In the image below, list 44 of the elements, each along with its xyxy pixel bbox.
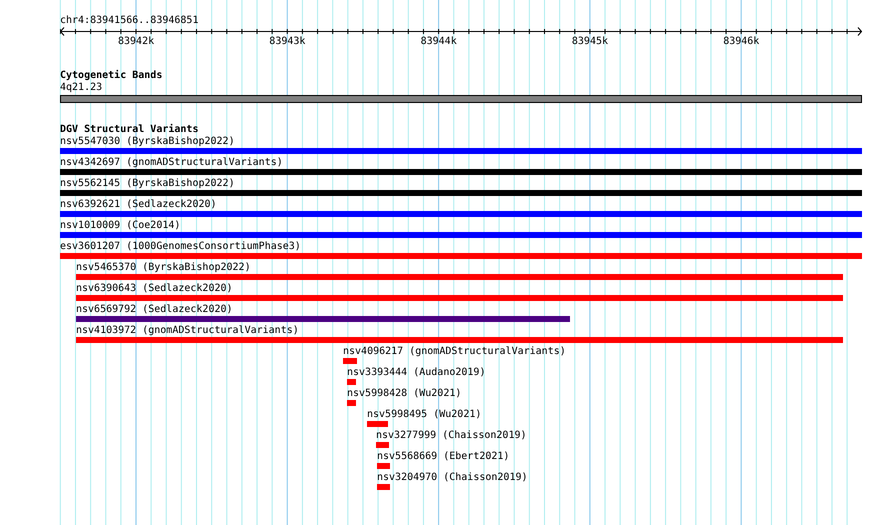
variant-bar[interactable] bbox=[377, 484, 390, 490]
feature-label: nsv5547030 (ByrskaBishop2022) bbox=[60, 136, 236, 148]
ruler-tick-label: 83944k bbox=[420, 36, 457, 48]
feature-label: nsv4103972 (gnomADStructuralVariants) bbox=[76, 325, 300, 337]
cytoband-bar[interactable] bbox=[60, 95, 862, 103]
track-title: DGV Structural Variants bbox=[60, 124, 200, 136]
feature-label: nsv5998428 (Wu2021) bbox=[347, 388, 462, 400]
ruler-tick-label: 83945k bbox=[572, 36, 608, 48]
variant-bar[interactable] bbox=[60, 190, 862, 196]
variant-bar[interactable] bbox=[376, 442, 389, 448]
feature-label: nsv3204970 (Chaisson2019) bbox=[377, 472, 528, 484]
feature-label: nsv1010009 (Coe2014) bbox=[60, 220, 182, 232]
variant-bar[interactable] bbox=[76, 295, 843, 301]
feature-label: nsv5562145 (ByrskaBishop2022) bbox=[60, 178, 236, 190]
variant-bar[interactable] bbox=[76, 274, 843, 280]
variant-bar[interactable] bbox=[347, 379, 356, 385]
variant-bar[interactable] bbox=[60, 211, 862, 217]
ruler-tick-label: 83942k bbox=[118, 36, 154, 48]
variant-bar[interactable] bbox=[377, 463, 390, 469]
feature-label: nsv6569792 (Sedlazeck2020) bbox=[76, 304, 234, 316]
feature-label: nsv4096217 (gnomADStructuralVariants) bbox=[343, 346, 566, 358]
feature-label: nsv6390643 (Sedlazeck2020) bbox=[76, 283, 234, 295]
feature-label: nsv5465370 (ByrskaBishop2022) bbox=[76, 262, 252, 274]
ruler-title: chr4:83941566..83946851 bbox=[60, 15, 200, 27]
ruler-tick-label: 83946k bbox=[723, 36, 760, 48]
feature-label: nsv6392621 (Sedlazeck2020) bbox=[60, 199, 218, 211]
feature-label: nsv5998495 (Wu2021) bbox=[367, 409, 482, 421]
feature-label: nsv5568669 (Ebert2021) bbox=[377, 451, 510, 463]
variant-bar[interactable] bbox=[343, 358, 357, 364]
variant-bar[interactable] bbox=[76, 316, 570, 322]
variant-bar[interactable] bbox=[60, 169, 862, 175]
variant-bar[interactable] bbox=[367, 421, 388, 427]
feature-label: nsv4342697 (gnomADStructuralVariants) bbox=[60, 157, 284, 169]
variant-bar[interactable] bbox=[60, 253, 862, 259]
variant-bar[interactable] bbox=[60, 148, 862, 154]
feature-label: esv3601207 (1000GenomesConsortiumPhase3) bbox=[60, 241, 302, 253]
track-title: Cytogenetic Bands bbox=[60, 70, 164, 82]
band-label: 4q21.23 bbox=[60, 82, 104, 94]
variant-bar[interactable] bbox=[76, 337, 843, 343]
feature-label: nsv3277999 (Chaisson2019) bbox=[376, 430, 527, 442]
variant-bar[interactable] bbox=[347, 400, 356, 406]
variant-bar[interactable] bbox=[60, 232, 862, 238]
ruler-tick-label: 83943k bbox=[269, 36, 306, 48]
feature-label: nsv3393444 (Audano2019) bbox=[347, 367, 486, 379]
